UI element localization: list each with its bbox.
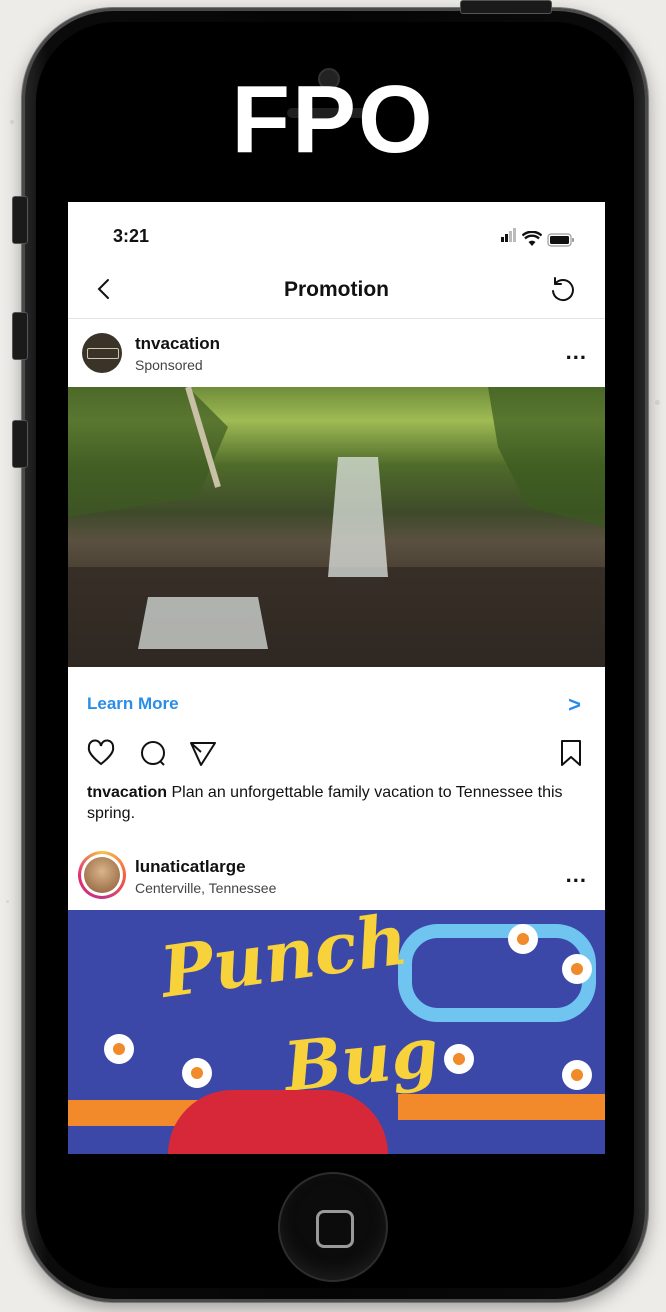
post-image[interactable] bbox=[68, 386, 605, 667]
status-icons bbox=[501, 228, 575, 247]
heart-icon[interactable] bbox=[86, 738, 116, 768]
navigation-bar: Promotion bbox=[68, 262, 605, 319]
waterfall-illustration bbox=[68, 386, 605, 667]
power-button[interactable] bbox=[460, 0, 552, 14]
caption-username[interactable]: tnvacation bbox=[87, 784, 167, 801]
red-car bbox=[168, 1090, 388, 1154]
mural-flower bbox=[562, 954, 592, 984]
signal-icon bbox=[501, 228, 517, 247]
phone-screen: 3:21 Promotion tnvacation Sponsored ... bbox=[68, 202, 605, 1154]
share-icon[interactable] bbox=[188, 738, 218, 768]
volume-down-button[interactable] bbox=[12, 420, 28, 468]
mural-flower bbox=[444, 1044, 474, 1074]
wifi-icon bbox=[522, 231, 542, 246]
mural-text-title: Punch bbox=[155, 910, 413, 1014]
home-button[interactable] bbox=[278, 1172, 388, 1282]
background-texture bbox=[6, 900, 9, 903]
more-options-button-2[interactable]: ... bbox=[566, 862, 587, 888]
post-caption: tnvacation Plan an unforgettable family … bbox=[87, 782, 587, 824]
post-username-2[interactable]: lunaticatlarge bbox=[135, 857, 246, 877]
status-time: 3:21 bbox=[113, 226, 150, 246]
post-image-2[interactable]: Punch Bug bbox=[68, 910, 605, 1154]
mural-stripe bbox=[398, 1094, 605, 1120]
comment-icon[interactable] bbox=[138, 738, 168, 768]
mural-flower bbox=[104, 1034, 134, 1064]
page-title: Promotion bbox=[284, 278, 389, 301]
post-header: tnvacation Sponsored ... bbox=[68, 319, 605, 387]
mural-flower bbox=[508, 924, 538, 954]
volume-up-button[interactable] bbox=[12, 312, 28, 360]
battery-icon bbox=[547, 233, 574, 247]
post-header-2: lunaticatlarge Centerville, Tennessee ..… bbox=[68, 842, 605, 910]
story-avatar[interactable] bbox=[78, 851, 126, 899]
mural-flower bbox=[562, 1060, 592, 1090]
post-username[interactable]: tnvacation bbox=[135, 334, 220, 354]
status-bar: 3:21 bbox=[68, 202, 605, 262]
mural-flower bbox=[182, 1058, 212, 1088]
bookmark-icon[interactable] bbox=[556, 738, 586, 768]
avatar[interactable] bbox=[82, 333, 122, 373]
learn-more-link[interactable]: Learn More bbox=[87, 694, 179, 714]
post-sponsored-label: Sponsored bbox=[135, 357, 203, 373]
post-location[interactable]: Centerville, Tennessee bbox=[135, 880, 276, 896]
more-options-button[interactable]: ... bbox=[566, 339, 587, 365]
post-actions bbox=[68, 732, 605, 778]
background-texture bbox=[655, 400, 660, 405]
refresh-icon[interactable] bbox=[547, 274, 579, 306]
chevron-right-icon[interactable]: > bbox=[568, 692, 581, 718]
learn-more-bar[interactable]: Learn More > bbox=[68, 668, 605, 738]
fpo-label: FPO bbox=[231, 66, 435, 173]
mute-switch[interactable] bbox=[12, 196, 28, 244]
